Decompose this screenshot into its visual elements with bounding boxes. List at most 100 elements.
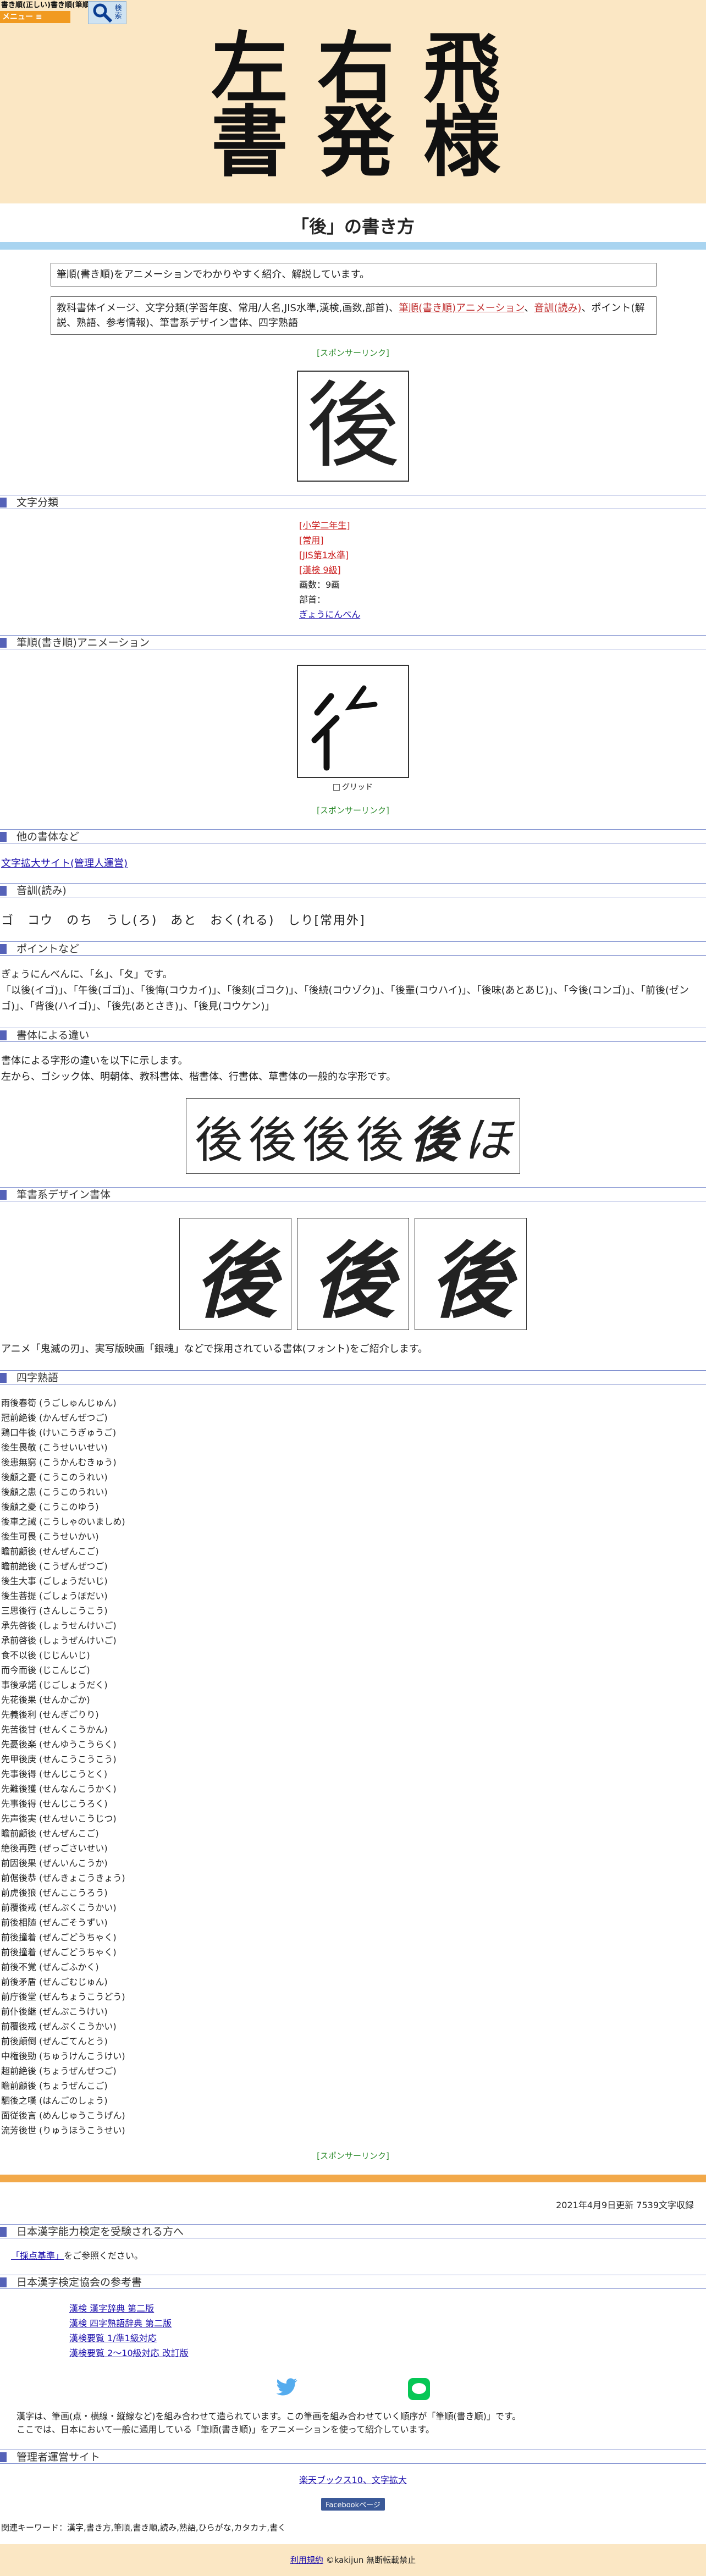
section-header: 日本漢字検定協会の参考書 <box>0 2275 706 2289</box>
diff-text: 書体による字形の違いを以下に示します。 左から、ゴシック体、明朝体、教科書体、楷… <box>1 1055 396 1083</box>
yoji-item: 事後承諾 (じごしょうだく) <box>1 1680 108 1690</box>
yoji-item: 先事後得 (せんじこうとく) <box>1 1769 108 1779</box>
sosho-sample: ほ <box>463 1111 512 1168</box>
title-char: 右 <box>317 24 394 114</box>
jis-link[interactable]: [JIS第1水準] <box>299 550 349 560</box>
keywords: 関連キーワード：漢字,書き方,筆順,書き順,読み,熟語,ひらがな,カタカナ,書く <box>1 2523 286 2533</box>
yoji-item: 前覆後戒 (ぜんぷくこうかい) <box>1 1902 117 1913</box>
book-link[interactable]: 漢検要覧 1/準1級対応 <box>69 2333 157 2343</box>
reading-link[interactable]: 音訓(読み) <box>534 302 581 314</box>
logo-text: 書き順(正しい)書き順(筆順) <box>1 1 93 9</box>
yoji-item: 先義後利 (せんぎごりり) <box>1 1709 99 1720</box>
yoji-item: 雨後春筍 (うごしゅんじゅん) <box>1 1398 117 1408</box>
section-header: 四字熟語 <box>0 1370 706 1384</box>
footer-note: 漢字は、筆画(点・横線・縦線など)を組み合わせて造られています。この筆画を組み合… <box>16 2411 521 2435</box>
yoji-item: 後患無窮 (こうかんむきゅう) <box>1 1457 117 1468</box>
kanken-link[interactable]: [漢検 9級] <box>299 565 341 575</box>
yoji-item: 先憂後楽 (せんゆうこうらく) <box>1 1739 117 1750</box>
yoji-item: 瞻前絶後 (こうぜんぜつご) <box>1 1561 108 1571</box>
yoji-item: 前後撞着 (ぜんごどうちゃく) <box>1 1947 117 1957</box>
textbook-sample: 後 <box>302 1114 351 1168</box>
section-header: 書体による違い <box>0 1028 706 1042</box>
gyosho-sample: 後 <box>409 1111 458 1168</box>
book-link[interactable]: 漢検要覧 2～10級対応 改訂版 <box>69 2348 189 2358</box>
kaisho-sample: 後 <box>355 1111 404 1168</box>
header: 書き順(正しい)書き順(筆順) メニュー ≡ 検索 飛 右 左 様 発 書 <box>0 0 706 203</box>
book-list: 漢検 漢字辞典 第二版 漢検 四字熟語辞典 第二版 漢検要覧 1/準1級対応 漢… <box>69 2301 706 2360</box>
yoji-item: 前後不覚 (ぜんごふかく) <box>1 1962 99 1972</box>
divider <box>0 2175 706 2182</box>
section-header: ポイントなど <box>0 941 706 956</box>
yoji-item: 前庁後堂 (ぜんちょうこうどう) <box>1 1992 125 2002</box>
yoji-item: 瞻前顧後 (せんぜんこご) <box>1 1828 99 1839</box>
radical-link[interactable]: ぎょうにんべん <box>299 609 360 620</box>
criteria-link[interactable]: 「採点基準」 <box>11 2250 64 2261</box>
site-logo[interactable]: 書き順(正しい)書き順(筆順) メニュー ≡ <box>0 0 93 24</box>
design-sample: 後 <box>297 1218 409 1330</box>
search-button[interactable]: 検索 <box>88 1 126 24</box>
yoji-item: 瞻前顧後 (ちょうぜんこご) <box>1 2081 108 2091</box>
yoji-item: 前虎後狼 (ぜんここうろう) <box>1 1888 108 1898</box>
title-char: 発 <box>317 97 394 187</box>
design-sample: 後 <box>179 1218 291 1330</box>
title-char: 飛 <box>423 24 500 114</box>
intro-box: 筆順(書き順)をアニメーションでわかりやすく紹介、解説しています。 <box>51 263 657 286</box>
style-comparison: 後 後 後 後 後 ほ <box>186 1098 520 1174</box>
menu-button[interactable]: メニュー ≡ <box>0 11 70 23</box>
stroke-animation-drawing <box>311 685 378 771</box>
grid-toggle[interactable]: グリッド <box>0 781 706 792</box>
yoji-item: 前後矛盾 (ぜんごむじゅん) <box>1 1977 108 1987</box>
design-text: アニメ「鬼滅の刃」、実写版映画「銀魂」などで採用されている書体(フォント)をご紹… <box>1 1343 428 1355</box>
twitter-icon[interactable] <box>276 2378 298 2397</box>
line-icon[interactable] <box>408 2378 430 2400</box>
yoji-item: 食不以後 (じじんいじ) <box>1 1650 90 1661</box>
updated-text: 2021年4月9日更新 7539文字収録 <box>556 2200 694 2210</box>
yoji-item: 前後顛倒 (ぜんごてんとう) <box>1 2036 108 2047</box>
yoji-item: 後車之誡 (こうしゃのいましめ) <box>1 1516 125 1527</box>
title-char: 書 <box>211 97 288 187</box>
yoji-item: 後顧之患 (こうこのうれい) <box>1 1487 108 1497</box>
strokes: 画数：9画 <box>299 580 340 590</box>
section-header: 音訓(読み) <box>0 883 706 897</box>
yoji-item: 承先啓後 (しょうせんけいご) <box>1 1620 117 1631</box>
grid-checkbox[interactable] <box>333 784 340 791</box>
page-title: 「後」の書き方 <box>291 216 415 237</box>
yoji-item: 絶後再甦 (ぜっごさいせい) <box>1 1843 108 1854</box>
site-title: 飛 右 左 様 発 書 <box>195 24 514 187</box>
kanji-display: 後 <box>297 371 409 482</box>
terms-link[interactable]: 利用規約 <box>290 2555 323 2565</box>
enlarge-site-link[interactable]: 文字拡大サイト(管理人運営) <box>1 858 128 869</box>
sponsor-label: [スポンサーリンク] <box>317 2151 389 2161</box>
book-link[interactable]: 漢検 漢字辞典 第二版 <box>69 2303 154 2314</box>
anim-link[interactable]: 筆順(書き順)アニメーション <box>399 302 524 314</box>
divider <box>0 242 706 250</box>
yoji-item: 冠前絶後 (かんぜんぜつご) <box>1 1413 108 1423</box>
grade-link[interactable]: [小学二年生] <box>299 520 350 531</box>
yoji-item: 後生大事 (ごしょうだいじ) <box>1 1576 108 1586</box>
yoji-item: 流芳後世 (りゅうほうこうせい) <box>1 2125 125 2136</box>
yoji-item: 後生畏敬 (こうせいいせい) <box>1 1442 108 1453</box>
search-label: 検索 <box>114 4 122 20</box>
yoji-item: 面従後言 (めんじゅうこうげん) <box>1 2110 125 2121</box>
gothic-sample: 後 <box>194 1111 243 1168</box>
admin-link[interactable]: 楽天ブックス10、文字拡大 <box>299 2475 407 2485</box>
section-header: 筆書系デザイン書体 <box>0 1187 706 1201</box>
point-text: ぎょうにんべんに、「幺」、「夂」です。 「以後(イゴ)」、「午後(ゴゴ)」、「後… <box>1 969 689 1012</box>
section-header: 管理者運営サイト <box>0 2450 706 2464</box>
yoji-item: 先花後果 (せんかごか) <box>1 1695 90 1705</box>
facebook-button[interactable]: Facebookページ <box>321 2498 385 2511</box>
yoji-item: 後生可畏 (こうせいかい) <box>1 1531 99 1542</box>
yoji-item: 前因後果 (ぜんいんこうか) <box>1 1858 108 1868</box>
search-icon <box>93 3 113 23</box>
yoji-item: 承前啓後 (しょうぜんけいご) <box>1 1635 117 1646</box>
yoji-item: 後顧之憂 (こうこのゆう) <box>1 1502 99 1512</box>
yoji-item: 中権後勁 (ちゅうけんこうけい) <box>1 2051 125 2061</box>
classification: [小学二年生] [常用] [JIS第1水準] [漢検 9級] 画数：9画 部首：… <box>299 518 706 622</box>
jouyou-link[interactable]: [常用] <box>299 535 324 545</box>
stroke-animation[interactable] <box>297 665 409 778</box>
section-header: 他の書体など <box>0 829 706 843</box>
title-char: 左 <box>211 24 288 114</box>
readings: ゴ コウ のち うし(ろ) あと おく(れる) しり[常用外] <box>1 914 366 928</box>
book-link[interactable]: 漢検 四字熟語辞典 第二版 <box>69 2318 172 2329</box>
yoji-item: 鶏口牛後 (けいこうぎゅうご) <box>1 1427 117 1438</box>
